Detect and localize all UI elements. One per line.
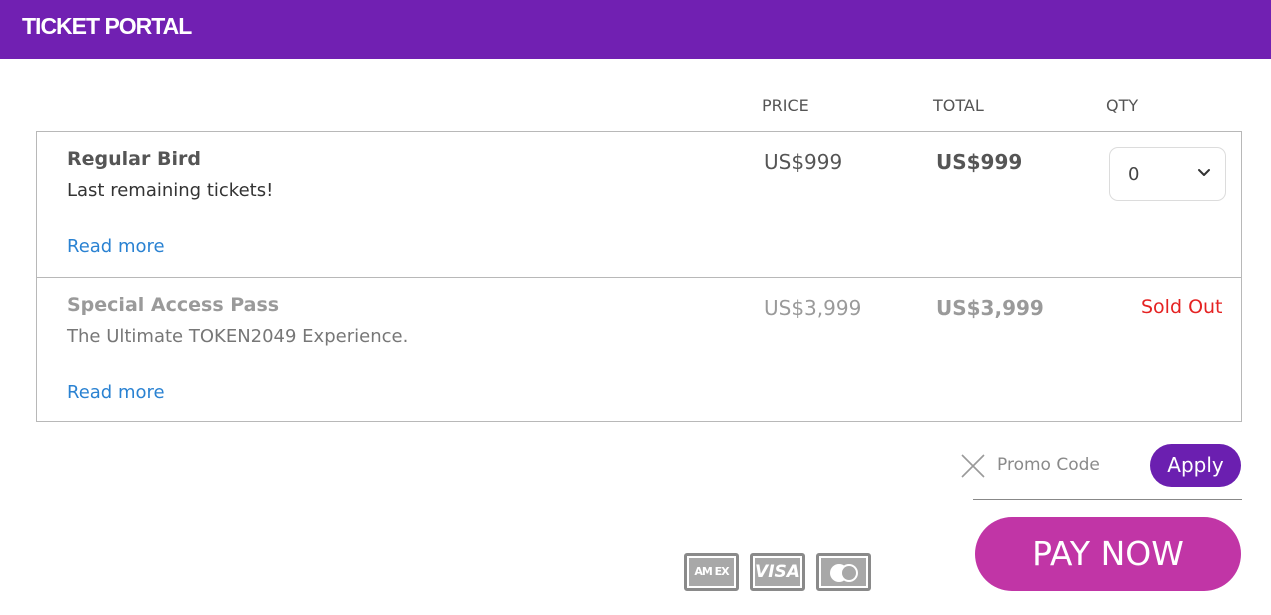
column-header-total: TOTAL [933, 96, 984, 115]
ticket-row-regular-bird: Regular Bird Last remaining tickets! Rea… [37, 132, 1241, 277]
ticket-name: Special Access Pass [67, 294, 280, 316]
pay-now-button[interactable]: PAY NOW [975, 517, 1241, 591]
column-header-price: PRICE [762, 96, 809, 115]
ticket-name: Regular Bird [67, 148, 201, 170]
promo-code-placeholder: Promo Code [997, 455, 1100, 475]
ticket-price: US$3,999 [764, 296, 862, 320]
read-more-link[interactable]: Read more [67, 382, 165, 403]
ticket-total: US$999 [936, 150, 1023, 174]
ticket-description: The Ultimate TOKEN2049 Experience. [67, 326, 409, 347]
header-bar: TICKET PORTAL [0, 0, 1271, 59]
ticket-description: Last remaining tickets! [67, 180, 274, 201]
chevron-down-icon [1198, 169, 1210, 176]
close-icon[interactable] [960, 453, 986, 479]
column-header-qty: QTY [1106, 96, 1139, 115]
visa-card-icon: VISA [750, 553, 805, 591]
promo-code-input[interactable]: Promo Code [960, 450, 1120, 484]
sold-out-label: Sold Out [1141, 296, 1223, 318]
quantity-value: 0 [1128, 164, 1140, 185]
promo-divider [973, 499, 1242, 500]
quantity-select[interactable]: 0 [1109, 147, 1226, 201]
portal-title: TICKET PORTAL [22, 13, 192, 39]
ticket-total: US$3,999 [936, 296, 1044, 320]
read-more-link[interactable]: Read more [67, 236, 165, 257]
mastercard-card-icon [816, 553, 871, 591]
apply-promo-button[interactable]: Apply [1150, 444, 1241, 487]
amex-card-icon: AM EX [684, 553, 739, 591]
ticket-price: US$999 [764, 150, 843, 174]
ticket-list: Regular Bird Last remaining tickets! Rea… [36, 131, 1242, 422]
ticket-row-special-access-pass: Special Access Pass The Ultimate TOKEN20… [37, 277, 1241, 422]
